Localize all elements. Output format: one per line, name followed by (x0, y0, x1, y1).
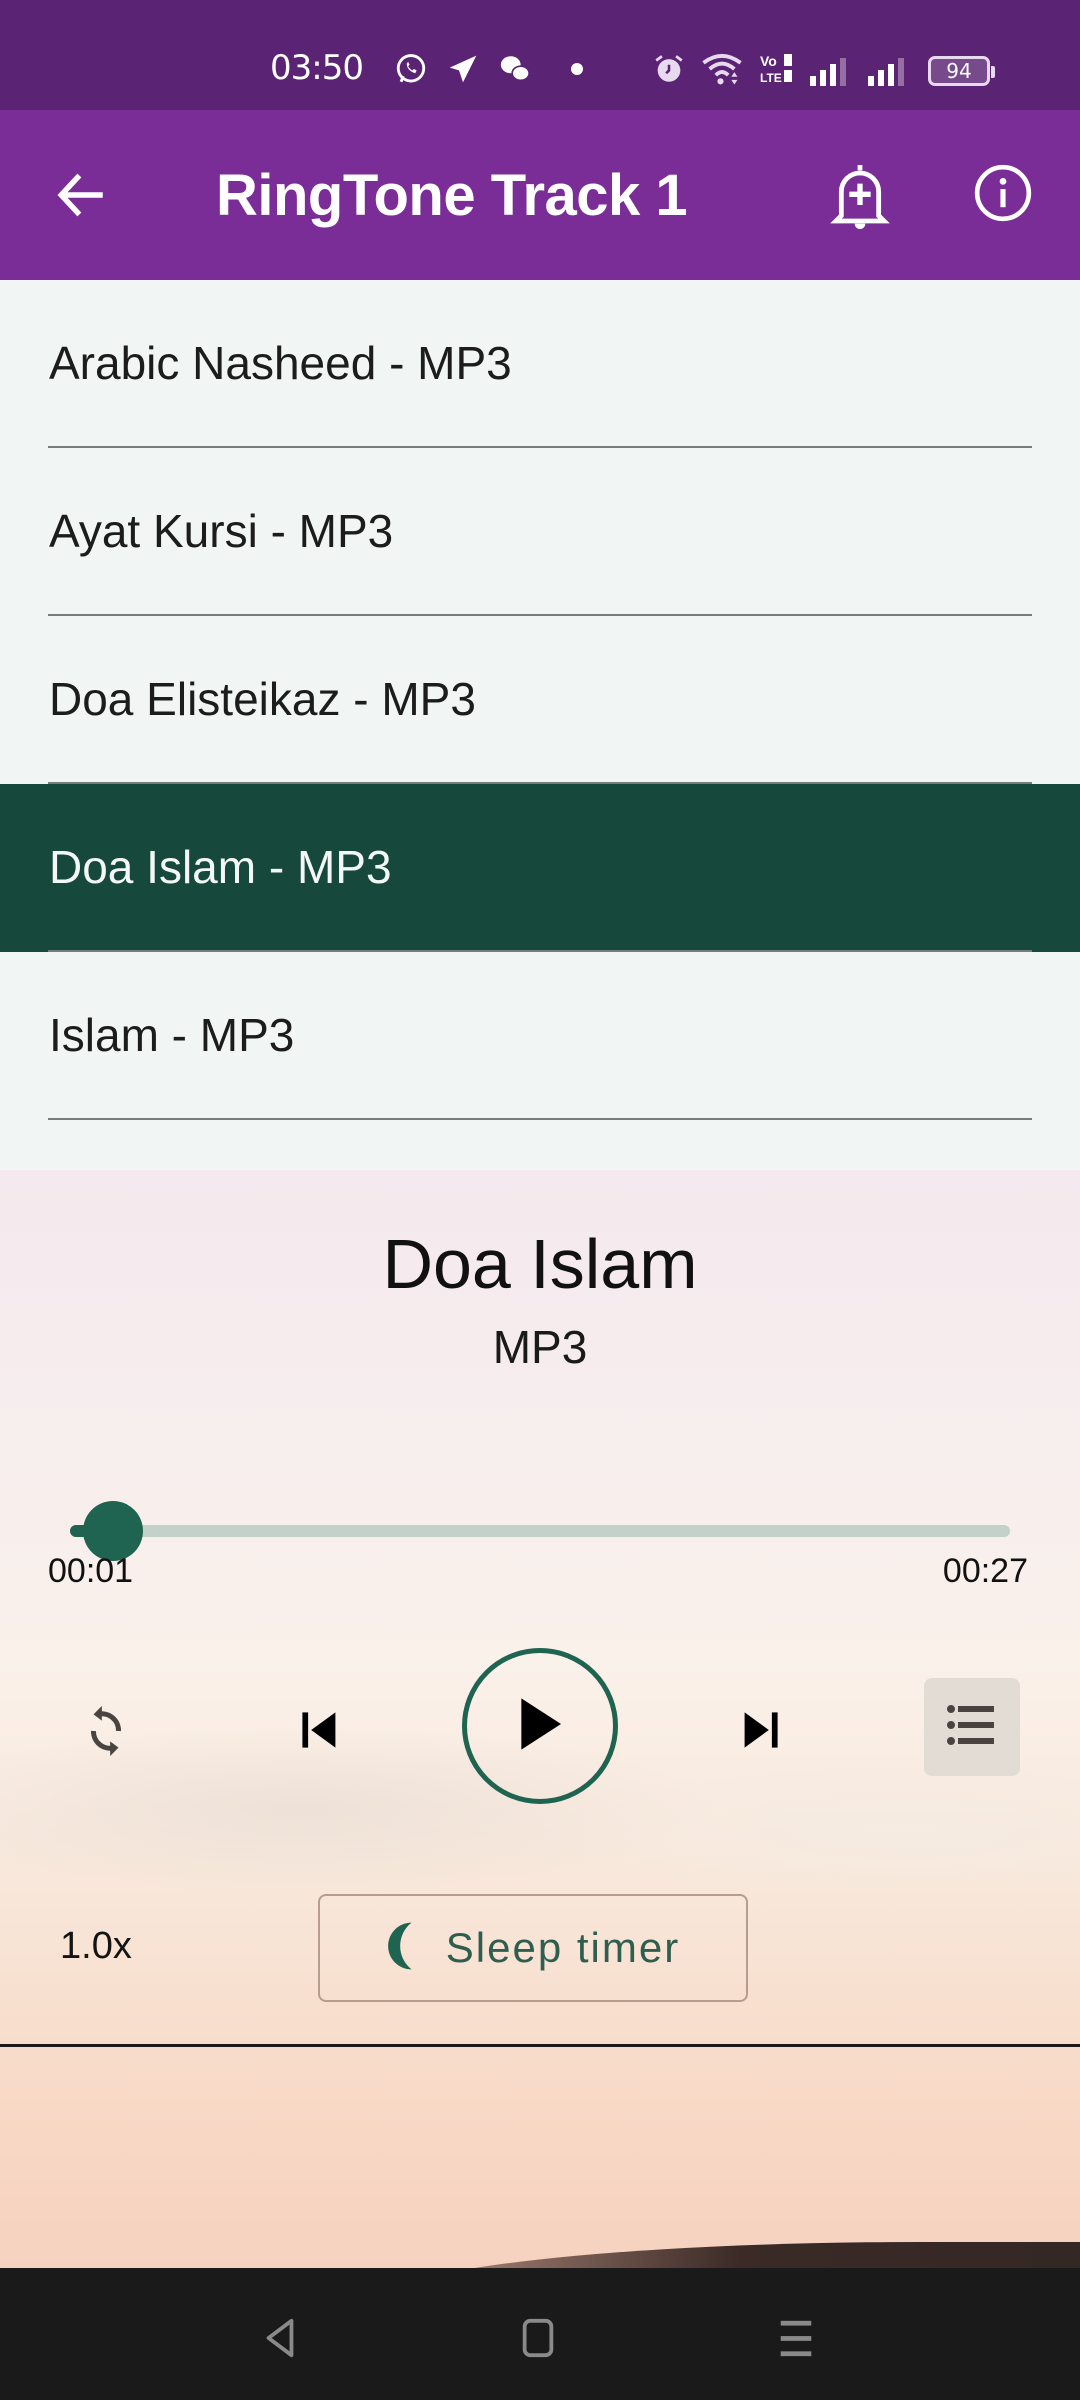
skip-next-button[interactable] (730, 1702, 790, 1762)
arrow-back-icon[interactable] (50, 165, 110, 225)
moon-icon (386, 1920, 420, 1977)
play-button[interactable] (462, 1648, 618, 1804)
track-item[interactable]: Arabic Nasheed - MP3 (0, 280, 1080, 448)
telegram-icon (446, 52, 480, 86)
dot-icon (560, 52, 594, 86)
wechat-icon (498, 52, 532, 86)
track-item[interactable]: Doa Elisteikaz - MP3 (0, 616, 1080, 784)
total-time: 00:27 (942, 1552, 1028, 1590)
playback-speed[interactable]: 1.0x (60, 1925, 132, 1968)
home-nav-icon[interactable] (508, 2308, 568, 2368)
skip-previous-icon (298, 1708, 342, 1757)
track-item[interactable]: Ayat Kursi - MP3 (0, 448, 1080, 616)
battery-level: 94 (946, 59, 972, 83)
whatsapp-icon (394, 52, 428, 86)
seek-track (70, 1525, 1010, 1537)
track-label: Islam - MP3 (49, 1009, 295, 1061)
system-nav-bar (0, 2268, 1080, 2400)
info-icon[interactable] (972, 162, 1038, 228)
playlist-button[interactable] (924, 1678, 1020, 1776)
seek-slider[interactable] (70, 1501, 1010, 1561)
play-icon (516, 1696, 564, 1757)
skip-previous-button[interactable] (290, 1702, 350, 1762)
svg-text:LTE: LTE (760, 71, 782, 85)
track-list: Arabic Nasheed - MP3 Ayat Kursi - MP3 Do… (0, 280, 1080, 1170)
divider (0, 2044, 1080, 2047)
sleep-timer-label: Sleep timer (445, 1924, 681, 1971)
clock: 03:50 (270, 48, 364, 88)
track-label: Ayat Kursi - MP3 (49, 505, 394, 557)
signal-sim1-icon (810, 58, 846, 86)
signal-sim2-icon (868, 58, 904, 86)
track-item-active[interactable]: Doa Islam - MP3 (0, 784, 1080, 952)
divider (48, 1118, 1032, 1120)
background-hill (380, 2242, 1080, 2270)
sleep-timer-button[interactable]: Sleep timer (318, 1894, 748, 2002)
track-item[interactable]: Islam - MP3 (0, 952, 1080, 1120)
volte-icon: Vo LTE (758, 52, 798, 86)
repeat-button[interactable] (76, 1698, 136, 1768)
track-label: Arabic Nasheed - MP3 (49, 337, 512, 389)
svg-text:Vo: Vo (760, 53, 777, 69)
skip-next-icon (738, 1708, 782, 1757)
battery-indicator: 94 (928, 56, 995, 86)
back-nav-icon[interactable] (250, 2308, 310, 2368)
current-time: 00:01 (48, 1552, 134, 1590)
app-bar: RingTone Track 1 (0, 110, 1080, 280)
page-title: RingTone Track 1 (216, 163, 688, 228)
now-playing-format: MP3 (492, 1321, 588, 1373)
recents-nav-icon[interactable] (766, 2308, 826, 2368)
now-playing-title: Doa Islam (382, 1225, 698, 1303)
playlist-icon (946, 1703, 998, 1752)
wifi-icon (700, 52, 744, 86)
track-label: Doa Islam - MP3 (49, 841, 392, 893)
bell-add-icon[interactable] (828, 162, 898, 232)
track-label: Doa Elisteikaz - MP3 (49, 673, 476, 725)
repeat-icon (81, 1701, 131, 1766)
status-bar: 03:50 Vo LTE 94 (0, 0, 1080, 110)
alarm-icon (652, 52, 686, 86)
player-panel: Doa Islam MP3 00:01 00:27 1.0x Sleep tim… (0, 1170, 1080, 2270)
